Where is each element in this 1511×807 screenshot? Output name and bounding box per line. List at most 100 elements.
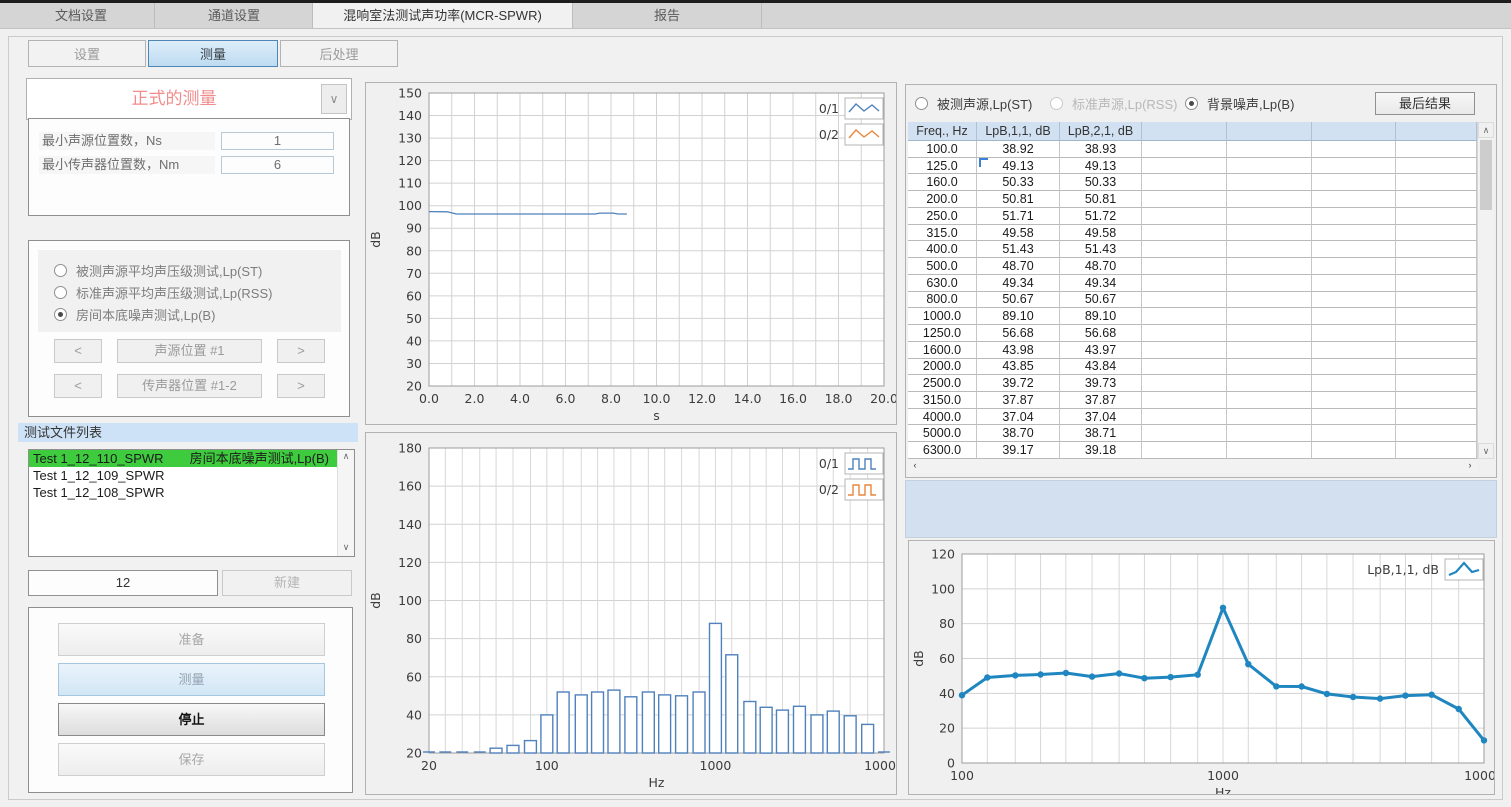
stop-button[interactable]: 停止: [58, 703, 325, 736]
scroll-up-icon[interactable]: ∧: [338, 450, 354, 465]
radio-icon[interactable]: [1185, 97, 1198, 110]
result-source-radio[interactable]: 背景噪声,Lp(B): [1185, 94, 1294, 112]
scrollbar-thumb[interactable]: [1480, 140, 1492, 210]
prev-button[interactable]: <: [54, 339, 102, 363]
value-cell: [1227, 442, 1312, 459]
measurement-mode-dropdown[interactable]: 正式的测量 ∨: [26, 78, 352, 120]
scroll-left-icon[interactable]: ‹: [908, 459, 922, 473]
tab-mcr-spwr[interactable]: 混响室法测试声功率(MCR-SPWR): [313, 3, 573, 28]
prev-button[interactable]: <: [54, 374, 102, 398]
table-row[interactable]: 200.050.8150.81: [908, 191, 1477, 208]
result-source-radio[interactable]: 被测声源,Lp(ST): [915, 94, 1032, 112]
value-cell: [1227, 292, 1312, 309]
tab-report[interactable]: 报告: [573, 3, 762, 28]
subtab-measure[interactable]: 测量: [148, 40, 278, 67]
save-button[interactable]: 保存: [58, 743, 325, 776]
list-item[interactable]: Test 1_12_108_SPWR: [29, 484, 354, 501]
tab-channel-settings[interactable]: 通道设置: [156, 3, 313, 28]
measure-button[interactable]: 测量: [58, 663, 325, 696]
svg-text:1000: 1000: [700, 758, 732, 773]
value-cell: [1227, 359, 1312, 376]
svg-text:18.0: 18.0: [825, 391, 853, 406]
list-scrollbar[interactable]: ∧∨: [337, 450, 354, 556]
tab-document-settings[interactable]: 文档设置: [8, 3, 155, 28]
value-cell: [1396, 141, 1477, 158]
value-cell: 56.68: [977, 325, 1060, 342]
table-vertical-scrollbar[interactable]: ∧ ∨: [1477, 122, 1493, 459]
radio-icon[interactable]: [915, 97, 928, 110]
new-button[interactable]: 新建: [222, 570, 352, 596]
value-cell: 51.71: [977, 208, 1060, 225]
result-table: 100.038.9238.93125.049.1349.13160.050.33…: [908, 141, 1477, 459]
value-cell: [1142, 158, 1227, 175]
param-label: 最小声源位置数，Ns: [39, 132, 215, 150]
table-row[interactable]: 800.050.6750.67: [908, 292, 1477, 309]
table-row[interactable]: 500.048.7048.70: [908, 258, 1477, 275]
prepare-button[interactable]: 准备: [58, 623, 325, 656]
table-row[interactable]: 6300.039.1739.18: [908, 442, 1477, 459]
table-row[interactable]: 1250.056.6856.68: [908, 325, 1477, 342]
table-row[interactable]: 2000.043.8543.84: [908, 359, 1477, 376]
scroll-right-icon[interactable]: ›: [1463, 459, 1477, 473]
param-input[interactable]: 1: [221, 132, 334, 150]
table-row[interactable]: 160.050.3350.33: [908, 174, 1477, 191]
value-cell: [1227, 342, 1312, 359]
test-type-radio[interactable]: 标准声源平均声压级测试,Lp(RSS): [54, 284, 272, 300]
scroll-up-icon[interactable]: ∧: [1478, 122, 1494, 138]
param-input[interactable]: 6: [221, 156, 334, 174]
table-row[interactable]: 400.051.4351.43: [908, 241, 1477, 258]
value-cell: [1312, 208, 1396, 225]
freq-cell: 1250.0: [908, 325, 977, 342]
value-cell: [1396, 208, 1477, 225]
table-row[interactable]: 125.049.1349.13: [908, 158, 1477, 175]
value-cell: 43.84: [1060, 359, 1142, 376]
scroll-down-icon[interactable]: ∨: [338, 541, 354, 556]
value-cell: [1396, 425, 1477, 442]
table-row[interactable]: 3150.037.8737.87: [908, 392, 1477, 409]
scroll-down-icon[interactable]: ∨: [1478, 443, 1494, 459]
radio-icon[interactable]: [54, 286, 67, 299]
value-cell: [1396, 325, 1477, 342]
radio-icon[interactable]: [54, 264, 67, 277]
value-cell: 37.04: [1060, 409, 1142, 426]
table-horizontal-scrollbar[interactable]: ‹ ›: [908, 459, 1477, 473]
value-cell: [1312, 258, 1396, 275]
table-row[interactable]: 1600.043.9843.97: [908, 342, 1477, 359]
value-cell: [1142, 425, 1227, 442]
value-cell: [1312, 392, 1396, 409]
value-cell: [1142, 225, 1227, 242]
table-row[interactable]: 2500.039.7239.73: [908, 375, 1477, 392]
table-row[interactable]: 4000.037.0437.04: [908, 409, 1477, 426]
svg-text:40: 40: [406, 707, 422, 722]
radio-icon[interactable]: [54, 308, 67, 321]
test-type-radio[interactable]: 被测声源平均声压级测试,Lp(ST): [54, 262, 262, 278]
test-type-radio[interactable]: 房间本底噪声测试,Lp(B): [54, 306, 215, 322]
table-row[interactable]: 315.049.5849.58: [908, 225, 1477, 242]
spectrum-bar-chart: 2040608010012014016018020100100010000Hzd…: [365, 432, 897, 795]
subtab-settings[interactable]: 设置: [28, 40, 146, 67]
freq-cell: 3150.0: [908, 392, 977, 409]
value-cell: 49.58: [977, 225, 1060, 242]
file-name: Test 1_12_110_SPWR: [33, 450, 164, 467]
file-list[interactable]: Test 1_12_110_SPWR房间本底噪声测试,Lp(B)Test 1_1…: [28, 449, 355, 557]
list-item[interactable]: Test 1_12_109_SPWR: [29, 467, 354, 484]
position-label-button[interactable]: 传声器位置 #1-2: [117, 374, 262, 398]
next-button[interactable]: >: [277, 374, 325, 398]
svg-text:Hz: Hz: [649, 775, 665, 790]
subtab-postprocess[interactable]: 后处理: [280, 40, 398, 67]
list-item[interactable]: Test 1_12_110_SPWR房间本底噪声测试,Lp(B): [29, 450, 354, 467]
chevron-down-icon[interactable]: ∨: [321, 84, 347, 114]
table-row[interactable]: 5000.038.7038.71: [908, 425, 1477, 442]
value-cell: 39.18: [1060, 442, 1142, 459]
last-result-button[interactable]: 最后结果: [1375, 92, 1475, 115]
svg-text:80: 80: [406, 631, 422, 646]
table-row[interactable]: 630.049.3449.34: [908, 275, 1477, 292]
count-button[interactable]: 12: [28, 570, 218, 596]
table-row[interactable]: 1000.089.1089.10: [908, 308, 1477, 325]
table-row[interactable]: 100.038.9238.93: [908, 141, 1477, 158]
table-row[interactable]: 250.051.7151.72: [908, 208, 1477, 225]
value-cell: [1396, 225, 1477, 242]
next-button[interactable]: >: [277, 339, 325, 363]
value-cell: [1396, 258, 1477, 275]
position-label-button[interactable]: 声源位置 #1: [117, 339, 262, 363]
